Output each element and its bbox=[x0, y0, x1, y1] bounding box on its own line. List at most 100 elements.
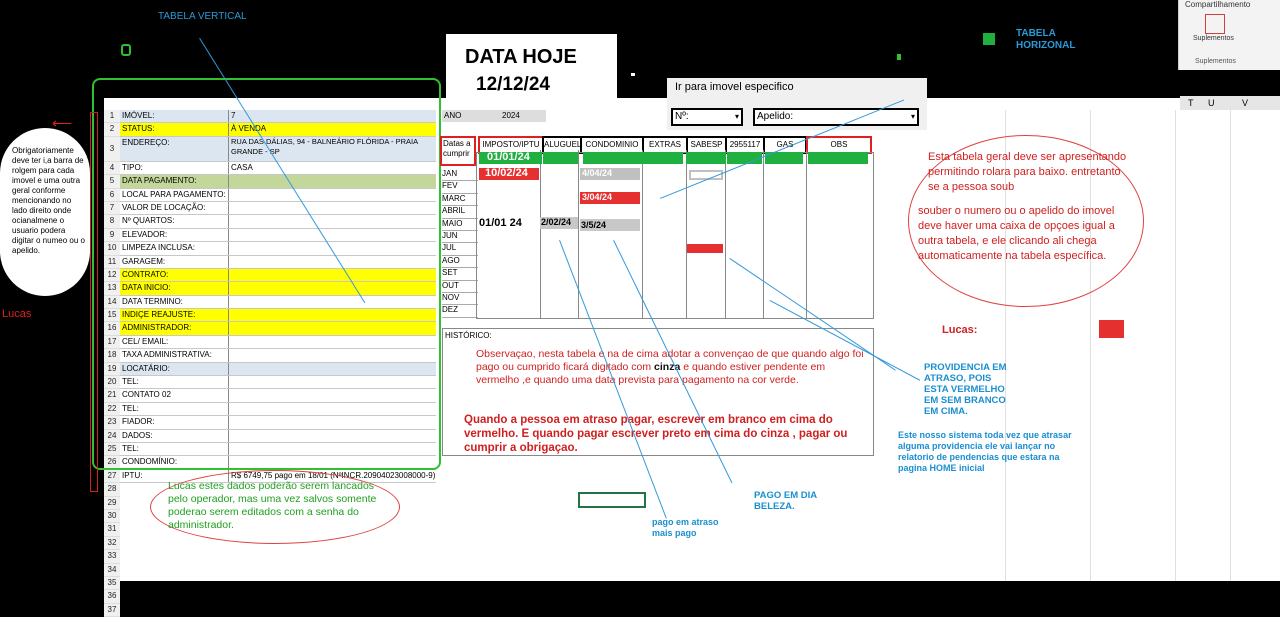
row-number[interactable]: 32 bbox=[104, 536, 120, 551]
bottom-note-text: Lucas estes dados poderão serem lancados… bbox=[168, 480, 377, 531]
row-number[interactable]: 31 bbox=[104, 523, 120, 537]
month-label: NOV bbox=[442, 292, 478, 306]
apelido-dropdown[interactable]: Apelido: ▾ bbox=[753, 108, 919, 126]
due-bar-imposto: 01/01/24 bbox=[479, 151, 542, 164]
suplementos-button[interactable]: Suplementos bbox=[1193, 35, 1234, 42]
col-header-u[interactable]: U bbox=[1208, 98, 1215, 108]
ir-para-panel: Ir para imovel especifico Nº: ▾ Apelido:… bbox=[667, 78, 927, 130]
providencia-note: PROVIDENCIA EM ATRASO, POIS ESTA VERMELH… bbox=[924, 362, 1007, 417]
historico-label: HISTÓRICO: bbox=[445, 331, 492, 340]
right-note-text-2: souber o numero ou o apelido do imovel d… bbox=[918, 205, 1115, 262]
cell-jan-condominio[interactable]: 4/04/24 bbox=[580, 168, 640, 180]
numero-field-label: Nº: bbox=[675, 111, 689, 122]
month-label: DEZ bbox=[442, 304, 478, 318]
col-header-t[interactable]: T bbox=[1188, 98, 1194, 108]
tabela-horizontal-label-2: HORIZONAL bbox=[1016, 40, 1076, 51]
gridline bbox=[1230, 110, 1231, 581]
left-note-text: Obrigatoriamente deve ter i,a barra de r… bbox=[12, 146, 85, 255]
month-label: MARC bbox=[442, 193, 478, 207]
row-number[interactable]: 29 bbox=[104, 496, 120, 510]
pago-atraso-note: pago em atraso mais pago bbox=[652, 517, 719, 538]
left-note-bubble: Obrigatoriamente deve ter i,a barra de r… bbox=[0, 128, 90, 296]
row-number[interactable]: 27 bbox=[104, 469, 120, 484]
gridline bbox=[1175, 110, 1176, 581]
grid-column-line bbox=[806, 150, 807, 318]
month-label: FEV bbox=[442, 180, 478, 194]
data-hoje-value: 12/12/24 bbox=[476, 74, 550, 95]
cell-maio-condominio[interactable]: 3/5/24 bbox=[580, 219, 640, 231]
data-hoje-title: DATA HOJE bbox=[465, 46, 577, 68]
grid-column-line bbox=[540, 150, 541, 318]
cell-maio-imposto-value: 01/01 24 bbox=[479, 217, 522, 229]
cell-marc-condominio[interactable]: 3/04/24 bbox=[580, 192, 640, 204]
month-label: MAIO bbox=[442, 218, 478, 231]
red-marker bbox=[1099, 320, 1124, 338]
row-number[interactable]: 34 bbox=[104, 563, 120, 577]
right-note-text-1: Esta tabela geral deve ser apresentando … bbox=[928, 151, 1127, 193]
column-header-bar: T U V bbox=[1180, 96, 1280, 110]
numero-dropdown[interactable]: Nº: ▾ bbox=[671, 108, 743, 126]
row-number[interactable]: 37 bbox=[104, 603, 120, 617]
month-label: ABRIL bbox=[442, 205, 478, 219]
ano-label: ANO bbox=[444, 111, 462, 120]
month-label: AGO bbox=[442, 255, 478, 269]
cell-maio-aluguel-value: 2/02/24 bbox=[541, 217, 572, 227]
datas-a-cumprir: Datas a cumprir bbox=[440, 136, 476, 166]
chevron-down-icon: ▾ bbox=[910, 112, 915, 121]
chevron-down-icon: ▾ bbox=[734, 112, 739, 121]
vertical-table-outline bbox=[92, 78, 441, 470]
pago-em-dia-note: PAGO EM DIA BELEZA. bbox=[754, 490, 817, 512]
row-number[interactable]: 36 bbox=[104, 590, 120, 604]
green-marker bbox=[983, 33, 995, 45]
due-bar-obs bbox=[808, 152, 868, 164]
green-dot bbox=[897, 54, 901, 60]
lucas-left-label: Lucas bbox=[2, 308, 32, 320]
lucas-right-label: Lucas: bbox=[942, 324, 978, 336]
tabela-horizontal-label: TABELA HORIZONAL bbox=[1016, 28, 1075, 52]
apelido-field-label: Apelido: bbox=[757, 111, 794, 122]
ano-value[interactable]: 2024 bbox=[502, 110, 520, 122]
arrow-left-icon: ⟵ bbox=[52, 115, 73, 131]
month-label: JUN bbox=[442, 230, 478, 244]
tabela-vertical-label: TABELA VERTICAL bbox=[158, 11, 247, 22]
grid-column-line bbox=[686, 150, 687, 318]
row-number[interactable]: 35 bbox=[104, 576, 120, 591]
due-date-value[interactable]: 01/01/24 bbox=[487, 151, 530, 163]
tabela-horizontal-label-1: TABELA bbox=[1016, 28, 1056, 39]
col-header-v[interactable]: V bbox=[1242, 98, 1248, 108]
row-number[interactable]: 30 bbox=[104, 509, 120, 524]
cell-jan-imposto[interactable]: 10/02/24 bbox=[479, 167, 539, 180]
ir-para-label: Ir para imovel especifico bbox=[675, 81, 794, 93]
row-number[interactable]: 33 bbox=[104, 550, 120, 564]
due-bar-aluguel bbox=[543, 152, 578, 164]
grid-column-line bbox=[763, 150, 764, 318]
ano-row: ANO 2024 bbox=[442, 110, 546, 122]
observacao-note: Observaçao, nesta tabela e na de cima ad… bbox=[476, 348, 866, 387]
row-number[interactable]: 28 bbox=[104, 483, 120, 497]
selected-cell[interactable] bbox=[578, 492, 646, 508]
white-dot bbox=[631, 73, 635, 76]
due-bar-condominio bbox=[583, 152, 683, 164]
sistema-note: Este nosso sistema toda vez que atrasar … bbox=[898, 430, 1072, 473]
due-bar-sabesp bbox=[686, 152, 726, 164]
cell-jan-condominio-value: 4/04/24 bbox=[582, 168, 613, 178]
grid-column-line bbox=[725, 150, 726, 318]
vertical-scrollbar[interactable] bbox=[90, 112, 98, 492]
cell-jan-imposto-value: 10/02/24 bbox=[485, 167, 528, 179]
green-mark bbox=[121, 44, 131, 56]
quando-note: Quando a pessoa em atraso pagar, escreve… bbox=[464, 414, 848, 454]
suplementos-icon[interactable] bbox=[1205, 14, 1225, 34]
month-label: JAN bbox=[442, 168, 478, 182]
ribbon-panel: Compartilhamento Suplementos Suplementos bbox=[1178, 0, 1280, 70]
data-hoje-box: DATA HOJE 12/12/24 bbox=[446, 34, 617, 98]
cell-maio-aluguel[interactable]: 2/02/24 bbox=[540, 217, 578, 229]
month-label: SET bbox=[442, 267, 478, 281]
ribbon-title: Compartilhamento bbox=[1185, 0, 1251, 9]
month-label: OUT bbox=[442, 280, 478, 293]
cell-maio-condominio-value: 3/5/24 bbox=[581, 220, 607, 230]
cell-marc-condominio-value: 3/04/24 bbox=[582, 192, 613, 202]
cell-maio-imposto[interactable]: 01/01 24 bbox=[478, 217, 538, 231]
cell-jul-sabesp[interactable] bbox=[687, 244, 723, 253]
grid-column-line bbox=[642, 150, 643, 318]
month-label: JUL bbox=[442, 242, 478, 256]
